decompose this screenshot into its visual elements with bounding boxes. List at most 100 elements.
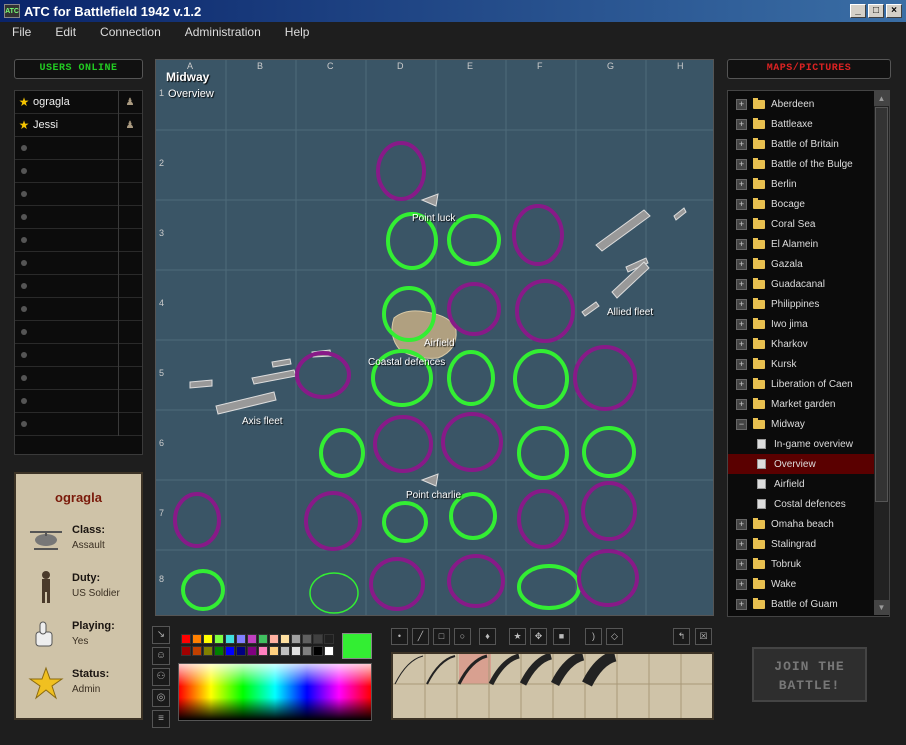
join-battle-button[interactable]: JOIN THE BATTLE!: [752, 647, 867, 702]
color-swatch[interactable]: [236, 634, 246, 644]
color-swatch[interactable]: [214, 634, 224, 644]
color-swatch[interactable]: [203, 634, 213, 644]
undo-icon[interactable]: ↰: [673, 628, 690, 645]
color-swatch[interactable]: [269, 646, 279, 656]
eraser-tool-icon[interactable]: ◇: [606, 628, 623, 645]
ellipse-tool-icon[interactable]: ○: [454, 628, 471, 645]
color-swatch[interactable]: [291, 646, 301, 656]
dot-tool-icon[interactable]: •: [391, 628, 408, 645]
color-swatch[interactable]: [192, 646, 202, 656]
color-palette[interactable]: [178, 631, 338, 659]
tree-item[interactable]: In-game overview: [728, 434, 889, 454]
tree-item[interactable]: + Stalingrad: [728, 534, 889, 554]
expand-icon[interactable]: +: [736, 158, 747, 170]
group-tool-icon[interactable]: ⚇: [152, 668, 170, 686]
color-swatch[interactable]: [225, 634, 235, 644]
color-swatch[interactable]: [324, 634, 334, 644]
expand-icon[interactable]: +: [736, 518, 747, 530]
tree-item[interactable]: + Battleaxe: [728, 114, 889, 134]
tree-item[interactable]: + El Alamein: [728, 234, 889, 254]
tree-item-selected[interactable]: Overview: [728, 454, 889, 474]
color-swatch[interactable]: [258, 634, 268, 644]
clear-icon[interactable]: ☒: [695, 628, 712, 645]
expand-icon[interactable]: +: [736, 558, 747, 570]
expand-icon[interactable]: +: [736, 118, 747, 130]
minimize-button[interactable]: _: [850, 4, 866, 18]
tree-item[interactable]: + Kharkov: [728, 334, 889, 354]
list-tool-icon[interactable]: ≡: [152, 710, 170, 728]
color-swatch[interactable]: [280, 634, 290, 644]
close-button[interactable]: ×: [886, 4, 902, 18]
expand-icon[interactable]: +: [736, 278, 747, 290]
expand-icon[interactable]: +: [736, 138, 747, 150]
color-swatch[interactable]: [258, 646, 268, 656]
tree-item[interactable]: + Battle of the Bulge: [728, 154, 889, 174]
color-swatch[interactable]: [324, 646, 334, 656]
tree-item[interactable]: + Omaha beach: [728, 514, 889, 534]
expand-icon[interactable]: +: [736, 178, 747, 190]
user-row[interactable]: ★ Jessi ♟: [15, 113, 142, 137]
menu-file[interactable]: File: [0, 25, 43, 39]
scroll-down-icon[interactable]: ▼: [874, 600, 889, 615]
menu-edit[interactable]: Edit: [43, 25, 88, 39]
scroll-up-icon[interactable]: ▲: [874, 91, 889, 106]
color-swatch[interactable]: [181, 634, 191, 644]
expand-icon[interactable]: +: [736, 598, 747, 610]
tree-item[interactable]: + Battle of Britain: [728, 134, 889, 154]
tree-scrollbar[interactable]: ▲ ▼: [874, 91, 889, 615]
tree-item[interactable]: + Guadacanal: [728, 274, 889, 294]
color-swatch[interactable]: [302, 634, 312, 644]
map-canvas[interactable]: Midway Overview A B C D E F G H 1 2 3 4 …: [155, 59, 714, 616]
color-swatch[interactable]: [269, 634, 279, 644]
menu-administration[interactable]: Administration: [173, 25, 273, 39]
expand-icon[interactable]: +: [736, 298, 747, 310]
color-swatch[interactable]: [214, 646, 224, 656]
expand-icon[interactable]: +: [736, 398, 747, 410]
expand-icon[interactable]: +: [736, 218, 747, 230]
shade-tool-icon[interactable]: ■: [553, 628, 570, 645]
sound-tool-icon[interactable]: ): [585, 628, 602, 645]
expand-icon[interactable]: +: [736, 578, 747, 590]
color-swatch[interactable]: [291, 634, 301, 644]
pointer-tool-icon[interactable]: ↘: [152, 626, 170, 644]
tree-item[interactable]: + Tobruk: [728, 554, 889, 574]
brush-strip[interactable]: [391, 650, 714, 720]
tree-item[interactable]: − Midway: [728, 414, 889, 434]
expand-icon[interactable]: +: [736, 258, 747, 270]
maximize-button[interactable]: □: [868, 4, 884, 18]
tree-item[interactable]: + Philippines: [728, 294, 889, 314]
tree-item[interactable]: + Berlin: [728, 174, 889, 194]
tree-item[interactable]: + Kursk: [728, 354, 889, 374]
line-tool-icon[interactable]: ╱: [412, 628, 429, 645]
tree-item[interactable]: + Bocage: [728, 194, 889, 214]
color-swatch[interactable]: [280, 646, 290, 656]
menu-help[interactable]: Help: [273, 25, 322, 39]
color-swatch[interactable]: [192, 634, 202, 644]
tree-item[interactable]: + Aberdeen: [728, 94, 889, 114]
color-swatch[interactable]: [313, 646, 323, 656]
collapse-icon[interactable]: −: [736, 418, 747, 430]
tree-item[interactable]: + Market garden: [728, 394, 889, 414]
expand-icon[interactable]: +: [736, 318, 747, 330]
star-tool-icon[interactable]: ★: [509, 628, 526, 645]
expand-icon[interactable]: +: [736, 358, 747, 370]
color-swatch[interactable]: [225, 646, 235, 656]
color-swatch[interactable]: [236, 646, 246, 656]
tree-item[interactable]: Airfield: [728, 474, 889, 494]
expand-icon[interactable]: +: [736, 98, 747, 110]
tree-item[interactable]: + Iwo jima: [728, 314, 889, 334]
expand-icon[interactable]: +: [736, 378, 747, 390]
broadcast-tool-icon[interactable]: ◎: [152, 689, 170, 707]
color-swatch[interactable]: [247, 634, 257, 644]
expand-icon[interactable]: +: [736, 238, 747, 250]
rectangle-tool-icon[interactable]: □: [433, 628, 450, 645]
expand-icon[interactable]: +: [736, 198, 747, 210]
expand-icon[interactable]: +: [736, 538, 747, 550]
menu-connection[interactable]: Connection: [88, 25, 173, 39]
scroll-thumb[interactable]: [875, 107, 888, 502]
tree-item[interactable]: + Wake: [728, 574, 889, 594]
current-color[interactable]: [342, 633, 372, 659]
tree-item[interactable]: + Liberation of Caen: [728, 374, 889, 394]
tree-item[interactable]: + Gazala: [728, 254, 889, 274]
tree-item[interactable]: Costal defences: [728, 494, 889, 514]
